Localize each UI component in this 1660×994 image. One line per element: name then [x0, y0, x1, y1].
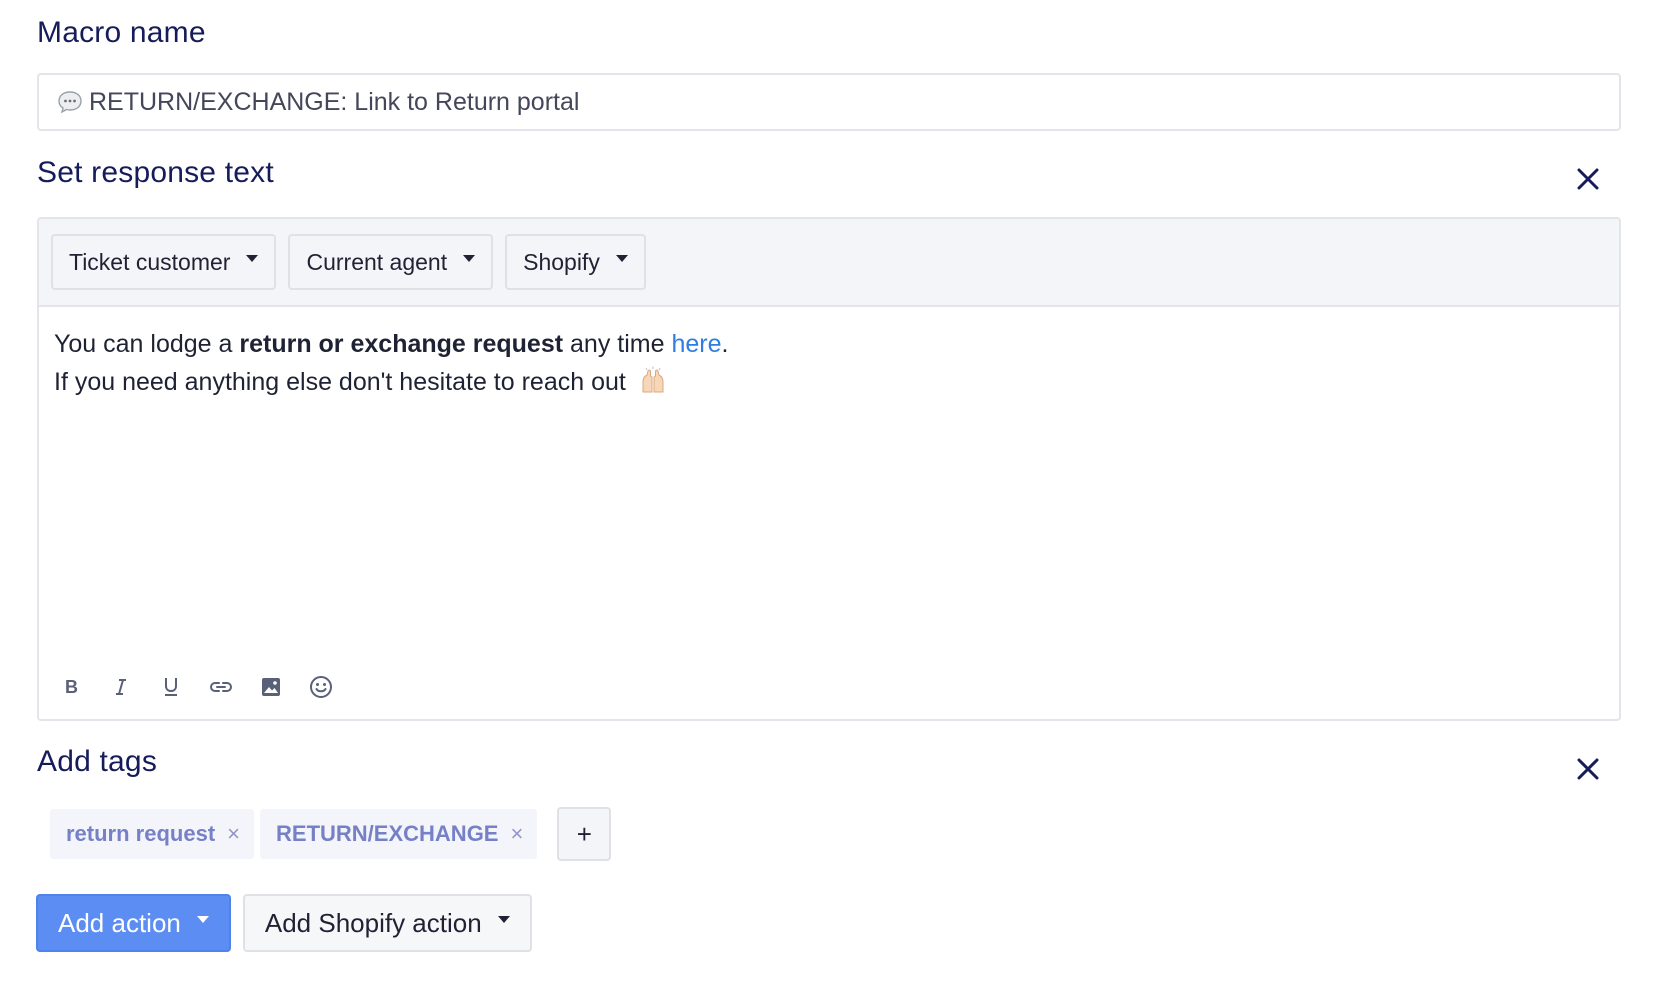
- ticket-customer-dropdown[interactable]: Ticket customer: [51, 234, 277, 290]
- return-portal-link[interactable]: here: [671, 330, 721, 358]
- tag-list: return request × RETURN/EXCHANGE × +: [50, 807, 612, 861]
- macro-name-value: RETURN/EXCHANGE: Link to Return portal: [89, 87, 580, 116]
- add-tag-button[interactable]: +: [557, 807, 612, 861]
- tag-return-request[interactable]: return request ×: [50, 809, 255, 859]
- underline-icon[interactable]: [159, 675, 183, 699]
- chevron-down-icon: [463, 254, 476, 262]
- svg-text:B: B: [65, 677, 78, 697]
- macro-name-label: Macro name: [37, 16, 206, 49]
- format-toolbar: B: [59, 675, 333, 699]
- close-response-text-icon[interactable]: [1574, 165, 1602, 193]
- response-text-body[interactable]: You can lodge a return or exchange reque…: [39, 307, 1619, 423]
- bold-text: return or exchange request: [239, 330, 564, 358]
- tag-return-exchange[interactable]: RETURN/EXCHANGE ×: [260, 809, 538, 859]
- bold-icon[interactable]: B: [59, 675, 83, 699]
- macro-name-input[interactable]: RETURN/EXCHANGE: Link to Return portal: [37, 73, 1621, 131]
- variable-toolbar: Ticket customer Current agent Shopify: [39, 219, 1619, 307]
- image-icon[interactable]: [259, 675, 283, 699]
- italic-icon[interactable]: [109, 675, 133, 699]
- chevron-down-icon: [497, 915, 510, 923]
- add-tags-title: Add tags: [37, 745, 158, 778]
- response-editor[interactable]: Ticket customer Current agent Shopify Yo…: [37, 217, 1621, 721]
- add-action-button[interactable]: Add action: [36, 894, 231, 952]
- current-agent-dropdown[interactable]: Current agent: [288, 234, 494, 290]
- raising-hands-icon: [639, 366, 667, 405]
- chevron-down-icon: [615, 254, 628, 262]
- add-shopify-action-button[interactable]: Add Shopify action: [242, 894, 532, 952]
- close-tags-icon[interactable]: [1574, 755, 1602, 783]
- chevron-down-icon: [196, 915, 209, 923]
- response-line-2: If you need anything else don't hesitate…: [54, 363, 1604, 405]
- link-icon[interactable]: [209, 675, 233, 699]
- emoji-icon[interactable]: [309, 675, 333, 699]
- shopify-dropdown[interactable]: Shopify: [505, 234, 646, 290]
- remove-tag-icon[interactable]: ×: [227, 821, 240, 847]
- action-buttons: Add action Add Shopify action: [36, 894, 532, 952]
- response-line-1: You can lodge a return or exchange reque…: [54, 330, 729, 358]
- chevron-down-icon: [246, 254, 259, 262]
- remove-tag-icon[interactable]: ×: [510, 821, 523, 847]
- response-text-title: Set response text: [37, 156, 274, 189]
- speech-bubble-icon: [57, 90, 83, 114]
